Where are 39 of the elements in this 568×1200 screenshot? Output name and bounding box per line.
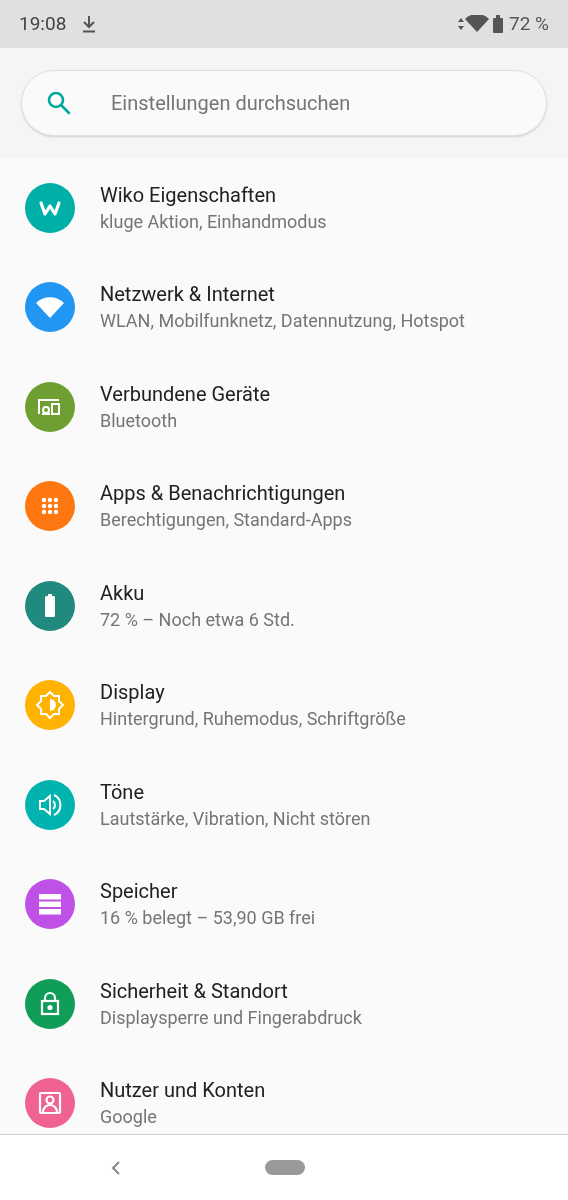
item-subtitle: Google [100,1105,158,1130]
settings-item[interactable]: Nutzer und Konten Google [0,1053,568,1134]
download-icon [82,15,97,33]
settings-item[interactable]: Akku 72 % – Noch etwa 6 Std. [0,556,568,656]
item-title: Netzwerk & Internet [100,281,276,309]
item-subtitle: Bluetooth [100,408,179,433]
status-time: 19:08 [19,10,67,37]
item-title: Apps & Benachrichtigungen [100,480,347,508]
settings-item[interactable]: Apps & Benachrichtigungen Berechtigungen, Standard-Apps [0,456,568,556]
settings-item[interactable]: Wiko Eigenschaften kluge Aktion, Einhandmodus [0,158,568,258]
item-title: Akku [100,579,146,607]
settings-item[interactable]: Display Hintergrund, Ruhemodus, Schriftgröße [0,655,568,755]
settings-item[interactable]: Töne Lautstärke, Vibration, Nicht stören [0,755,568,855]
item-subtitle: 72 % – Noch etwa 6 Std. [100,607,295,632]
item-title: Display [100,679,166,707]
home-button[interactable] [265,1160,305,1175]
item-subtitle: Berechtigungen, Standard-Apps [100,508,352,533]
item-title: Speicher [100,878,179,906]
back-icon[interactable] [110,1159,122,1176]
item-subtitle: WLAN, Mobilfunknetz, Datennutzung, Hotspot [100,309,465,334]
item-title: Sicherheit & Standort [100,977,289,1005]
item-title: Töne [100,778,146,806]
settings-item[interactable]: Netzwerk & Internet WLAN, Mobilfunknetz, Datennutzung, Hotspot [0,257,568,357]
item-subtitle: 16 % belegt – 53,90 GB frei [100,906,316,931]
item-subtitle: Displaysperre und Fingerabdruck [100,1005,362,1030]
item-title: Wiko Eigenschaften [100,181,278,209]
data-arrows-icon [458,18,464,30]
item-title: Nutzer und Konten [100,1077,266,1105]
search-icon [46,90,72,116]
item-subtitle: Hintergrund, Ruhemodus, Schriftgröße [100,707,406,732]
settings-item[interactable]: Verbundene Geräte Bluetooth [0,357,568,457]
battery-percent: 72 % [509,10,549,37]
settings-item[interactable]: Speicher 16 % belegt – 53,90 GB frei [0,854,568,954]
item-title: Verbundene Geräte [100,380,271,408]
search-field[interactable]: Einstellungen durchsuchen [21,70,547,136]
item-subtitle: Lautstärke, Vibration, Nicht stören [100,806,371,831]
item-subtitle: kluge Aktion, Einhandmodus [100,209,327,234]
settings-item[interactable]: Sicherheit & Standort Displaysperre und Fingerabdruck [0,954,568,1054]
battery-icon [493,15,503,33]
